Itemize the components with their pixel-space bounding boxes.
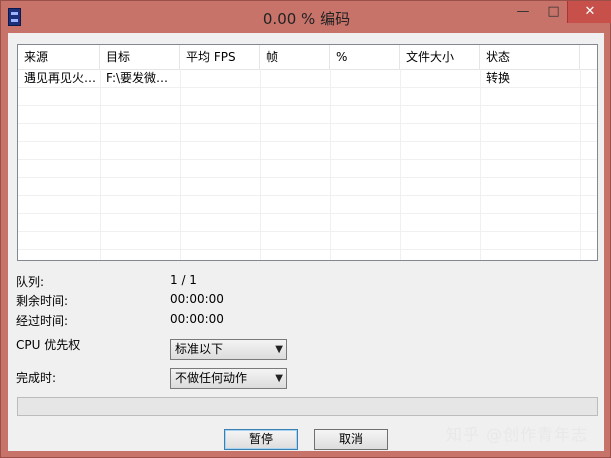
column-header-target[interactable]: 目标 <box>100 45 180 69</box>
cancel-button[interactable]: 取消 <box>314 429 388 450</box>
queue-label: 队列: <box>16 275 45 289</box>
encoding-progress-bar <box>17 397 598 416</box>
cell-file-size <box>400 69 480 87</box>
cpu-priority-label: CPU 优先权 <box>16 338 81 352</box>
remaining-time-value: 00:00:00 <box>170 292 224 306</box>
column-header-frames[interactable]: 帧 <box>260 45 330 69</box>
job-table[interactable]: 来源 目标 平均 FPS 帧 % 文件大小 状态 遇见再见火… F:\要发微… … <box>17 44 598 261</box>
remaining-time-label: 剩余时间: <box>16 294 69 308</box>
dialog-content: 来源 目标 平均 FPS 帧 % 文件大小 状态 遇见再见火… F:\要发微… … <box>8 33 604 451</box>
chevron-down-icon: ▼ <box>275 344 283 355</box>
cell-avg-fps <box>180 69 260 87</box>
cell-percent <box>330 69 400 87</box>
on-complete-select[interactable]: 不做任何动作 ▼ <box>170 368 287 389</box>
cell-target: F:\要发微… <box>106 71 169 85</box>
cpu-priority-value: 标准以下 <box>175 342 224 356</box>
title-bar[interactable]: 0.00 % 编码 — □ ✕ <box>1 1 611 33</box>
pause-button[interactable]: 暂停 <box>224 429 298 450</box>
queue-value: 1 / 1 <box>170 273 197 287</box>
chevron-down-icon: ▼ <box>275 373 283 384</box>
maximize-button[interactable]: □ <box>540 1 567 23</box>
table-header: 来源 目标 平均 FPS 帧 % 文件大小 状态 <box>18 45 597 70</box>
elapsed-time-label: 经过时间: <box>16 314 69 328</box>
cell-status: 转换 <box>486 71 511 85</box>
minimize-button[interactable]: — <box>506 1 540 23</box>
table-body: 遇见再见火… F:\要发微… 转换 <box>18 69 597 260</box>
column-header-source[interactable]: 来源 <box>18 45 100 69</box>
on-complete-label: 完成时: <box>16 371 57 385</box>
watermark: 知乎 @创作青年志 <box>446 425 589 444</box>
cell-frames <box>260 69 330 87</box>
column-header-status[interactable]: 状态 <box>480 45 580 69</box>
column-header-avg-fps[interactable]: 平均 FPS <box>180 45 260 69</box>
cpu-priority-select[interactable]: 标准以下 ▼ <box>170 339 287 360</box>
cell-source: 遇见再见火… <box>24 71 97 85</box>
close-button[interactable]: ✕ <box>567 1 611 23</box>
elapsed-time-value: 00:00:00 <box>170 312 224 326</box>
column-header-percent[interactable]: % <box>330 45 400 69</box>
column-header-file-size[interactable]: 文件大小 <box>400 45 480 69</box>
on-complete-value: 不做任何动作 <box>175 371 248 385</box>
encoding-window: 0.00 % 编码 — □ ✕ 来源 目标 平均 FPS 帧 % 文件大小 状态 <box>0 0 611 458</box>
